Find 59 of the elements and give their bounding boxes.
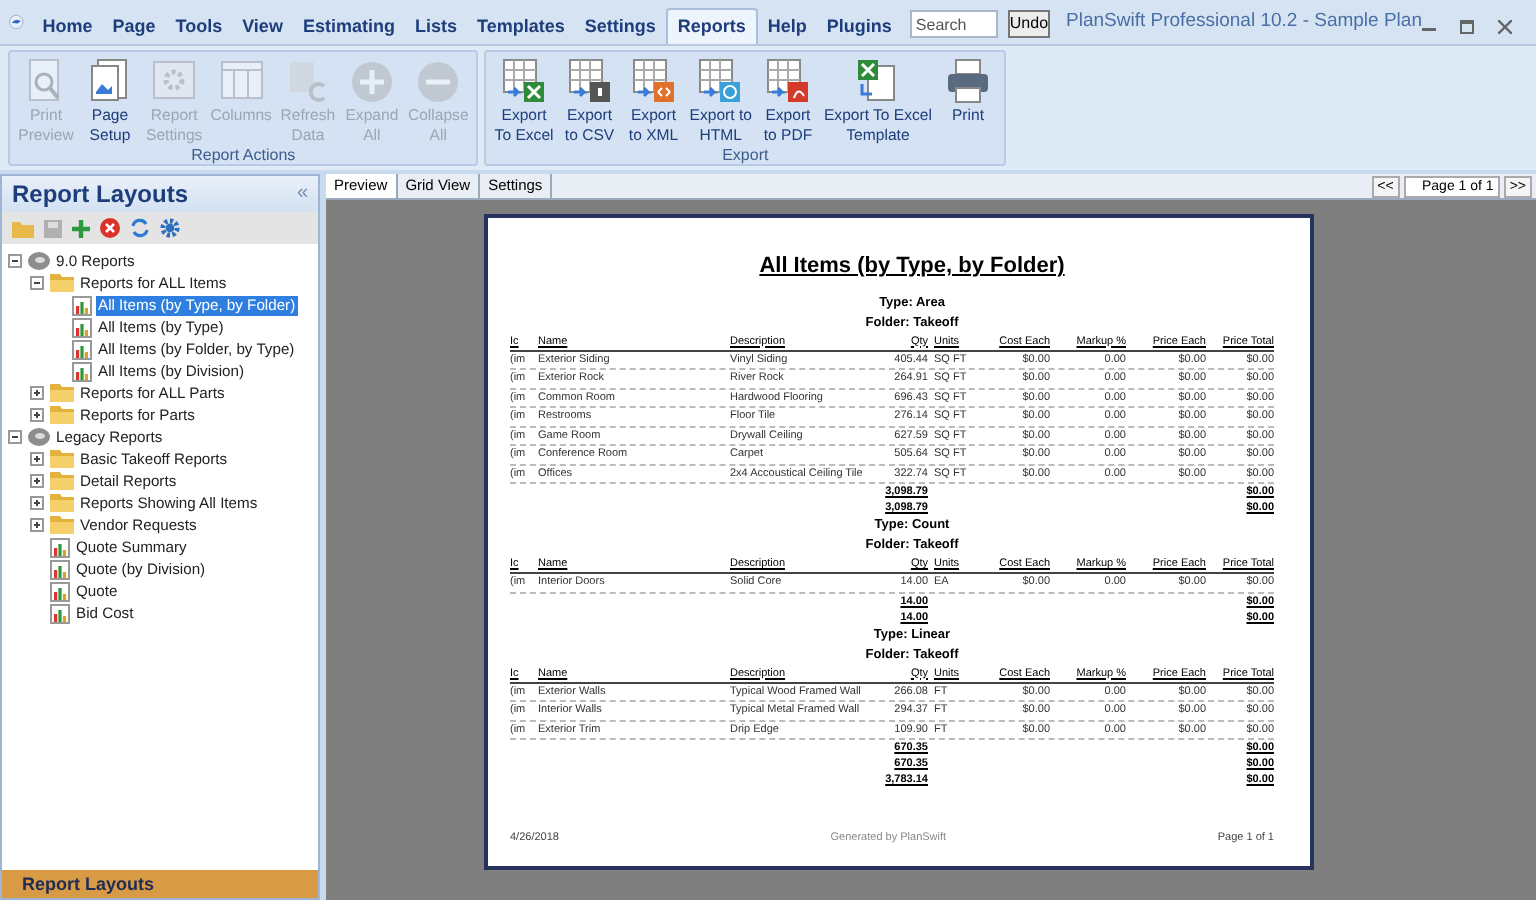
report-icon	[50, 581, 70, 601]
report-icon	[72, 339, 92, 359]
menu-tab[interactable]: Page	[102, 12, 166, 44]
add-icon[interactable]	[72, 219, 90, 237]
folder-icon	[50, 384, 74, 402]
expand-toggle-icon[interactable]	[30, 518, 44, 532]
expand-toggle-icon[interactable]	[30, 408, 44, 422]
expand-toggle-icon[interactable]	[30, 386, 44, 400]
plus-icon	[347, 58, 396, 106]
report-title: All Items (by Type, by Folder)	[757, 252, 1067, 282]
menu-tab[interactable]: Home	[32, 12, 103, 44]
folder-icon	[50, 274, 74, 292]
spreadsheet-icon	[565, 58, 614, 106]
report-icon	[72, 361, 92, 381]
printer-icon	[944, 58, 992, 106]
folder-icon	[50, 494, 74, 512]
spreadsheet-icon	[629, 58, 678, 106]
menu-tab[interactable]: Plugins	[816, 12, 902, 44]
close-icon[interactable]	[1498, 20, 1512, 34]
undo-button[interactable]: Undo	[1007, 10, 1051, 38]
panel-title: Report Layouts	[12, 178, 189, 212]
expand-toggle-icon[interactable]	[30, 276, 44, 290]
search-field[interactable]: Search	[909, 10, 998, 38]
delete-icon[interactable]	[100, 218, 120, 238]
menu-tab[interactable]: Reports	[665, 8, 758, 44]
menu-tab[interactable]: Help	[757, 12, 817, 44]
group-label: Export	[720, 146, 771, 166]
menu-tab[interactable]: Settings	[574, 12, 666, 44]
expand-toggle-icon[interactable]	[30, 474, 44, 488]
menu-tab[interactable]: Templates	[466, 12, 575, 44]
menu-tab[interactable]: Lists	[404, 12, 467, 44]
spreadsheet-icon	[696, 58, 745, 106]
panel-tab[interactable]: Report Layouts	[2, 870, 318, 898]
expand-toggle-icon[interactable]	[30, 452, 44, 466]
refresh-icon[interactable]	[130, 218, 150, 238]
group-label: Report Actions	[189, 146, 298, 166]
folder-icon	[50, 450, 74, 468]
expand-toggle-icon[interactable]	[8, 254, 22, 268]
window-title: PlanSwift Professional 10.2 - Sample Plan	[1066, 7, 1422, 36]
maximize-icon[interactable]	[1460, 20, 1474, 34]
menu-tab[interactable]: Tools	[165, 12, 233, 44]
report-icon	[72, 295, 92, 315]
expand-toggle-icon[interactable]	[30, 496, 44, 510]
disc-icon	[28, 428, 50, 446]
spreadsheet-icon	[500, 58, 549, 106]
report-icon	[50, 559, 70, 579]
disc-icon	[28, 252, 50, 270]
report-icon	[72, 317, 92, 337]
report-icon	[50, 537, 70, 557]
report-icon	[50, 603, 70, 623]
expand-toggle-icon[interactable]	[8, 430, 22, 444]
settings-icon[interactable]	[160, 218, 180, 238]
menu-tab[interactable]: View	[232, 12, 293, 44]
folder-icon	[50, 472, 74, 490]
folder-icon	[50, 406, 74, 424]
folder-icon	[50, 516, 74, 534]
menu-tab[interactable]: Estimating	[292, 12, 405, 44]
minus-icon	[414, 58, 463, 106]
spreadsheet-icon	[763, 58, 812, 106]
